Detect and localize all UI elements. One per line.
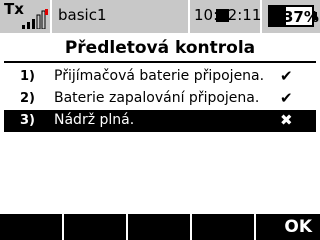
- title-divider: [4, 61, 316, 63]
- model-name: basic1: [58, 6, 107, 24]
- cross-icon: ✖: [280, 111, 293, 129]
- status-bar: Tx basic1 10:12:11 37%: [0, 0, 320, 33]
- item-text: Přijímačová baterie připojena.: [54, 68, 265, 84]
- softkey-2[interactable]: [64, 214, 126, 240]
- item-number: 2): [20, 91, 35, 106]
- item-text: Baterie zapalování připojena.: [54, 90, 260, 106]
- ok-button[interactable]: OK: [256, 214, 320, 240]
- checkmark-icon: ✔: [280, 89, 293, 107]
- item-text: Nádrž plná.: [54, 112, 135, 128]
- softkey-bar: OK: [0, 214, 320, 240]
- time-display: 10:12:11: [194, 6, 262, 24]
- battery-icon: 37%: [268, 5, 319, 27]
- item-number: 3): [20, 113, 35, 128]
- item-number: 1): [20, 69, 35, 84]
- checklist-item-selected[interactable]: 3) Nádrž plná. ✖: [4, 110, 316, 132]
- checklist-item[interactable]: 2) Baterie zapalování připojena. ✔: [4, 88, 316, 110]
- transmitter-status: Tx: [0, 0, 52, 33]
- battery-indicator: 37%: [262, 0, 320, 33]
- softkey-4[interactable]: [192, 214, 254, 240]
- checkmark-icon: ✔: [280, 67, 293, 85]
- softkey-1[interactable]: [0, 214, 62, 240]
- checklist-item[interactable]: 1) Přijímačová baterie připojena. ✔: [4, 66, 316, 88]
- clock: 10:12:11: [190, 0, 262, 33]
- tx-label: Tx: [4, 0, 24, 18]
- model-selector[interactable]: basic1: [52, 0, 229, 33]
- page-title: Předletová kontrola: [64, 38, 256, 58]
- softkey-3[interactable]: [128, 214, 190, 240]
- checklist: 1) Přijímačová baterie připojena. ✔ 2) B…: [4, 66, 316, 132]
- signal-bars-icon: [22, 9, 48, 29]
- battery-terminal: [314, 12, 317, 20]
